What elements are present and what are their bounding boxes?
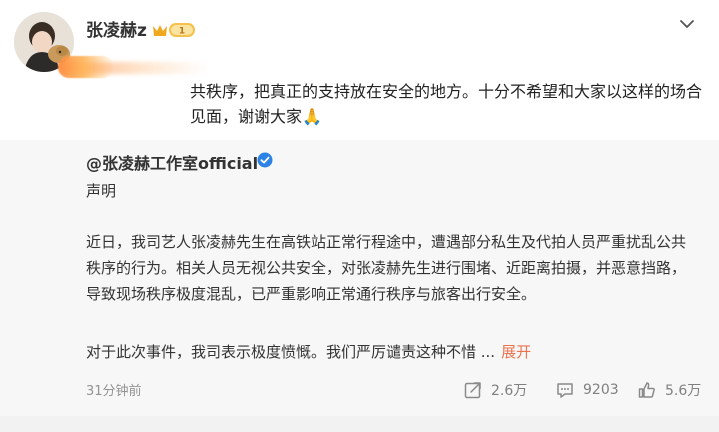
share-icon <box>464 382 481 399</box>
statement-paragraph-1: 近日，我司艺人张凌赫先生在高铁站正常行程途中，遭遇部分私生及代拍人员严重扰乱公共… <box>86 233 687 303</box>
avatar-frame-badge <box>58 56 114 78</box>
comment-count: 9203 <box>583 382 619 398</box>
statement-title: 声明 <box>86 182 117 200</box>
post-time[interactable]: 31分钟前 <box>86 380 142 399</box>
like-button[interactable]: 5.6万 <box>637 379 701 401</box>
expand-link[interactable]: 展开 <box>501 343 531 361</box>
verified-icon <box>257 152 273 168</box>
comment-icon <box>557 383 573 398</box>
comment-button[interactable]: 9203 <box>555 379 619 401</box>
like-count: 5.6万 <box>665 383 702 399</box>
chevron-down-icon[interactable] <box>677 14 697 34</box>
share-button[interactable]: 2.6万 <box>463 379 527 401</box>
card-bottom-gap <box>0 416 719 432</box>
repost-author-link[interactable]: @张凌赫工作室official <box>86 150 258 174</box>
post-text: 共秩序，把真正的支持放在安全的地方。十分不希望和大家以这样的场合见面，谢谢大家🙏 <box>190 82 703 126</box>
like-icon <box>638 382 655 398</box>
vip-level-text: 1 <box>179 27 185 37</box>
share-count: 2.6万 <box>491 383 528 399</box>
weibo-post-card: 张凌赫z 1 共秩序，把真正的支持放在安全的地方。十分不希望和大家以这样的场合见… <box>0 0 719 432</box>
statement-paragraph-2: 对于此次事件，我司表示极度愤慨。我们严厉谴责这种不惜 ... 展开 <box>86 341 696 362</box>
vip-crown-icon[interactable]: 1 <box>151 21 197 39</box>
statement-paragraph-2-text: 对于此次事件，我司表示极度愤慨。我们严厉谴责这种不惜 ... <box>86 343 496 361</box>
post-author-name[interactable]: 张凌赫z <box>86 16 147 41</box>
